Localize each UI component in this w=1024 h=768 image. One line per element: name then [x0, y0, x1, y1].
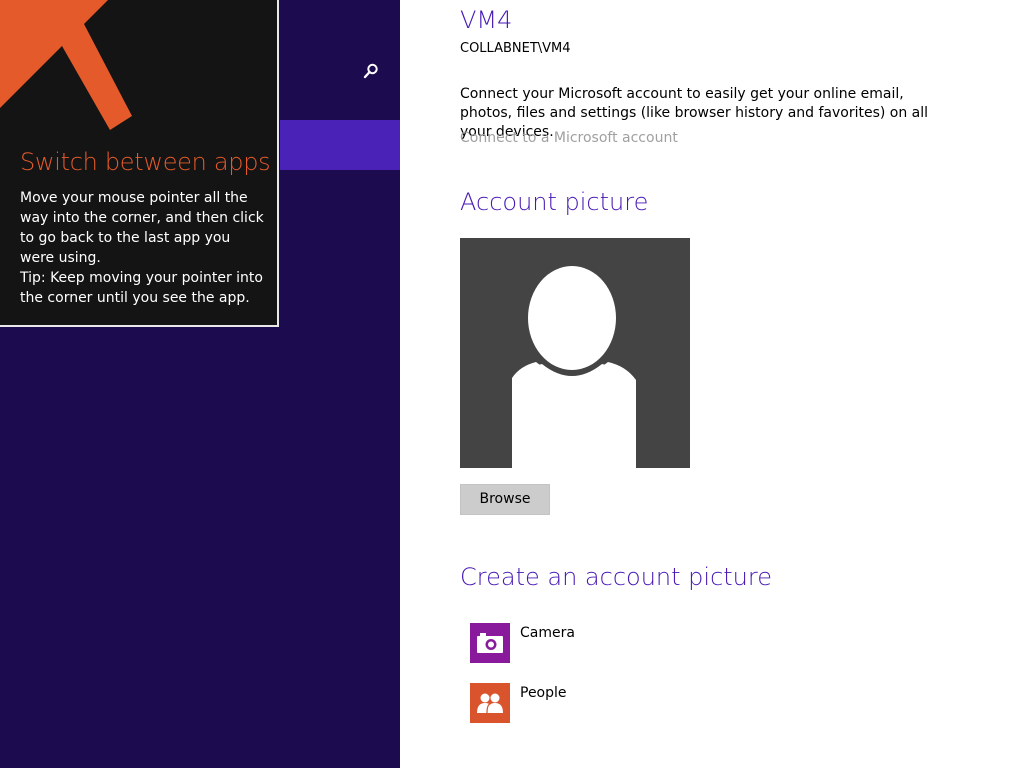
account-settings-pane: VM4 COLLABNET\VM4 Connect your Microsoft…: [400, 0, 1024, 768]
camera-icon: [477, 633, 503, 653]
camera-label: Camera: [520, 625, 575, 641]
people-app-item[interactable]: People: [470, 683, 567, 723]
account-domain: COLLABNET\VM4: [460, 41, 571, 56]
search-icon: [363, 63, 378, 79]
tip-body: Move your mouse pointer all the way into…: [20, 188, 265, 308]
people-tile: [470, 683, 510, 723]
default-user-icon: [512, 266, 636, 468]
create-account-picture-heading: Create an account picture: [460, 563, 772, 591]
arrow-up-left-icon: [0, 0, 132, 130]
tip-title: Switch between apps: [20, 148, 271, 176]
people-icon: [477, 693, 503, 714]
people-label: People: [520, 685, 567, 701]
camera-app-item[interactable]: Camera: [470, 623, 575, 663]
selected-category-highlight[interactable]: [280, 120, 400, 170]
search-button[interactable]: [358, 58, 384, 84]
tip-hint: Tip: Keep moving your pointer into the c…: [20, 270, 263, 306]
camera-tile: [470, 623, 510, 663]
browse-button[interactable]: Browse: [460, 484, 550, 515]
account-name: VM4: [460, 6, 513, 34]
account-picture-heading: Account picture: [460, 188, 649, 216]
corner-tip-overlay: Switch between apps Move your mouse poin…: [0, 0, 279, 327]
tip-instruction: Move your mouse pointer all the way into…: [20, 190, 264, 266]
connect-microsoft-account-link[interactable]: Connect to a Microsoft account: [460, 130, 678, 146]
account-picture: [460, 238, 690, 468]
